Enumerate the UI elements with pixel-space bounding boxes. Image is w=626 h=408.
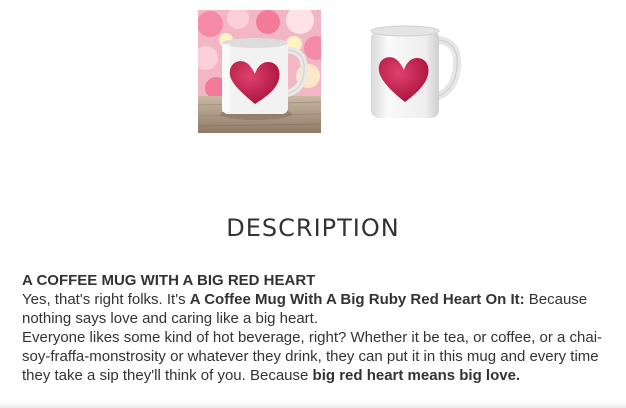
description-title: A COFFEE MUG WITH A BIG RED HEART: [22, 272, 316, 289]
product-description: A COFFEE MUG WITH A BIG RED HEART Yes, t…: [22, 271, 612, 385]
description-tagline: big red heart means big love.: [312, 367, 521, 384]
scroll-fade: [0, 402, 626, 408]
description-heading: DESCRIPTION: [226, 214, 400, 242]
description-intro-text: Yes, that's right folks. It's: [22, 291, 190, 308]
product-thumbnail-1[interactable]: [198, 10, 321, 133]
description-paragraph-2: Everyone likes some kind of hot beverage…: [22, 328, 612, 385]
product-thumbnail-2[interactable]: [341, 10, 464, 133]
mug-on-white-image: [341, 10, 464, 133]
mug-on-flowers-image: [198, 10, 321, 133]
description-product-name: A Coffee Mug With A Big Ruby Red Heart O…: [189, 291, 525, 308]
description-paragraph-1: Yes, that's right folks. It's A Coffee M…: [22, 290, 612, 328]
product-gallery: [198, 10, 464, 133]
